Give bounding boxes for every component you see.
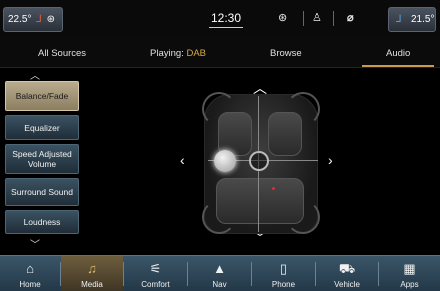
nav-home[interactable]: ⌂ Home bbox=[0, 256, 60, 291]
user-profile-icon[interactable]: ♙ bbox=[312, 11, 322, 24]
indicator-dot bbox=[272, 187, 275, 190]
apps-grid-icon: ▦ bbox=[403, 261, 416, 276]
playing-source: DAB bbox=[186, 48, 206, 59]
home-icon: ⌂ bbox=[26, 261, 34, 276]
nav-media[interactable]: ♫ Media bbox=[61, 256, 123, 291]
balance-left-arrow-icon[interactable]: ‹ bbox=[180, 152, 185, 168]
divider bbox=[303, 11, 304, 26]
balance-fade-control[interactable]: ︿ ‹ › ﹀ bbox=[178, 78, 346, 250]
media-tabs: All Sources Playing: DAB Browse Audio bbox=[0, 38, 440, 68]
driver-temperature: 22.5° bbox=[8, 14, 32, 25]
tab-audio[interactable]: Audio bbox=[386, 48, 410, 59]
center-target bbox=[249, 151, 269, 171]
passenger-temperature: 21.5° bbox=[411, 14, 435, 25]
tab-all-sources[interactable]: All Sources bbox=[38, 48, 86, 59]
bottom-navigation-bar: ⌂ Home ♫ Media ⚟ Comfort ▲ Nav ▯ Phone ⛟… bbox=[0, 255, 440, 291]
seat-comfort-icon: ⚟ bbox=[149, 261, 162, 276]
nav-comfort[interactable]: ⚟ Comfort bbox=[124, 256, 187, 291]
scroll-down-arrow-icon[interactable]: ﹀ bbox=[30, 236, 40, 251]
phone-icon: ▯ bbox=[279, 261, 288, 276]
nav-vehicle[interactable]: ⛟ Vehicle bbox=[316, 256, 378, 291]
seat-heat-icon: ⅃ bbox=[36, 14, 42, 25]
menu-item-balance-fade[interactable]: Balance/Fade bbox=[5, 81, 79, 111]
menu-item-speed-adjusted-volume[interactable]: Speed Adjusted Volume bbox=[5, 144, 79, 174]
nav-apps[interactable]: ▦ Apps bbox=[379, 256, 440, 291]
wireless-off-icon: ⌀ bbox=[347, 12, 354, 24]
music-note-icon: ♫ bbox=[87, 261, 97, 276]
clock: 12:30 bbox=[208, 11, 244, 28]
menu-item-surround-sound[interactable]: Surround Sound bbox=[5, 178, 79, 206]
navigation-arrow-icon: ▲ bbox=[213, 261, 226, 276]
tab-playing[interactable]: Playing: DAB bbox=[150, 48, 206, 59]
active-tab-indicator bbox=[362, 65, 434, 67]
passenger-climate-button[interactable]: ⅃ 21.5° bbox=[388, 7, 436, 32]
nav-nav[interactable]: ▲ Nav bbox=[188, 256, 251, 291]
steering-heat-icon: ⊛ bbox=[46, 14, 55, 25]
passenger-seat-icon: ⅃ bbox=[396, 14, 402, 25]
tab-browse[interactable]: Browse bbox=[270, 48, 302, 59]
menu-item-equalizer[interactable]: Equalizer bbox=[5, 115, 79, 140]
compass-icon: ⊛ bbox=[278, 12, 288, 24]
vehicle-icon: ⛟ bbox=[338, 261, 356, 276]
scroll-up-arrow-icon[interactable]: ︿ bbox=[30, 67, 40, 82]
divider bbox=[333, 11, 334, 26]
front-right-seat bbox=[268, 112, 302, 156]
nav-phone[interactable]: ▯ Phone bbox=[252, 256, 315, 291]
rear-bench-seat bbox=[216, 178, 304, 224]
balance-fade-knob[interactable] bbox=[214, 150, 236, 172]
balance-right-arrow-icon[interactable]: › bbox=[328, 152, 333, 168]
menu-item-loudness[interactable]: Loudness bbox=[5, 210, 79, 234]
status-bar: 22.5° ⅃ ⊛ 12:30 ⊛ ♙ ⌀ ⅃ 21.5° bbox=[0, 0, 440, 38]
driver-climate-button[interactable]: 22.5° ⅃ ⊛ bbox=[3, 7, 63, 32]
